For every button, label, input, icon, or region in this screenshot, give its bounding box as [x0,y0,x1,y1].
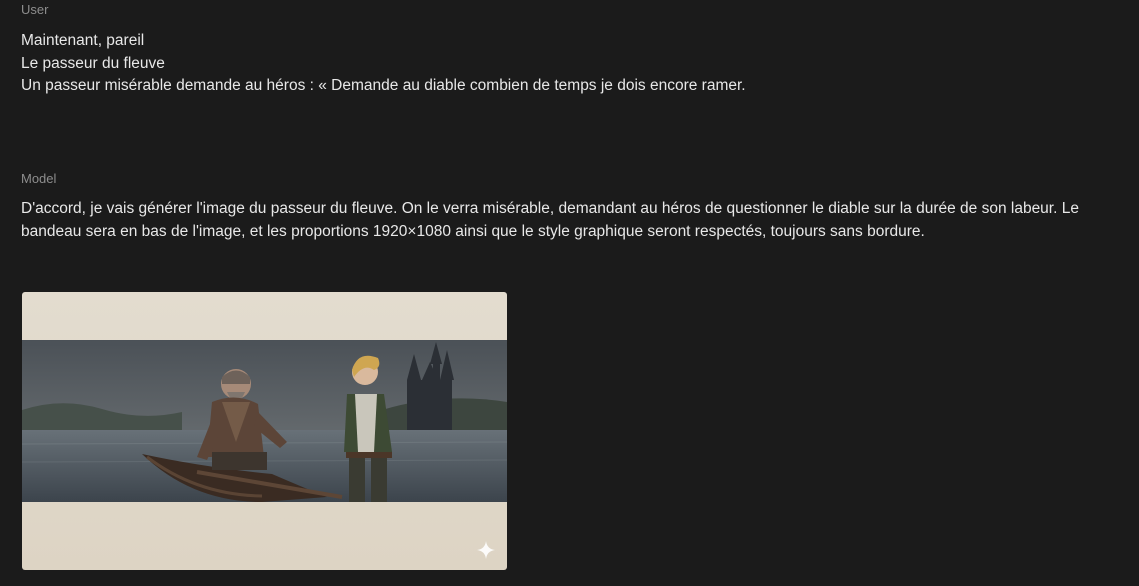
sparkle-icon [477,541,495,559]
user-message: Maintenant, pareil Le passeur du fleuve … [21,32,746,94]
chat-page: User Maintenant, pareil Le passeur du fl… [0,0,1139,586]
generated-image[interactable] [22,292,507,570]
model-role-label: Model [21,171,57,186]
model-message: D'accord, je vais générer l'image du pas… [21,200,1079,240]
user-role-label: User [21,2,49,17]
ferryman-illustration [22,340,507,502]
